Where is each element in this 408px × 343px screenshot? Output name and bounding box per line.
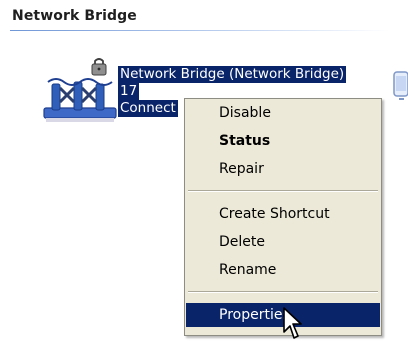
menu-item-create-shortcut[interactable]: Create Shortcut xyxy=(186,202,380,226)
group-header: Network Bridge xyxy=(0,0,408,34)
menu-separator xyxy=(188,190,378,192)
group-divider xyxy=(10,30,390,31)
connection-number: 17 xyxy=(118,83,140,100)
menu-item-delete[interactable]: Delete xyxy=(186,230,380,254)
menu-item-disable[interactable]: Disable xyxy=(186,101,380,125)
connection-name: Network Bridge (Network Bridge) xyxy=(118,66,347,83)
network-bridge-icon[interactable] xyxy=(40,58,120,128)
network-connection-icon[interactable] xyxy=(386,66,408,136)
connection-status: Connect xyxy=(118,100,178,117)
menu-item-rename[interactable]: Rename xyxy=(186,258,380,282)
context-menu: Disable Status Repair Create Shortcut De… xyxy=(184,98,382,336)
menu-item-status[interactable]: Status xyxy=(186,129,380,153)
group-title: Network Bridge xyxy=(12,8,137,24)
lock-icon xyxy=(91,58,107,76)
mouse-pointer-icon xyxy=(283,307,302,339)
menu-separator xyxy=(188,291,378,293)
network-bridge-icon-body xyxy=(43,78,117,122)
menu-item-repair[interactable]: Repair xyxy=(186,157,380,181)
